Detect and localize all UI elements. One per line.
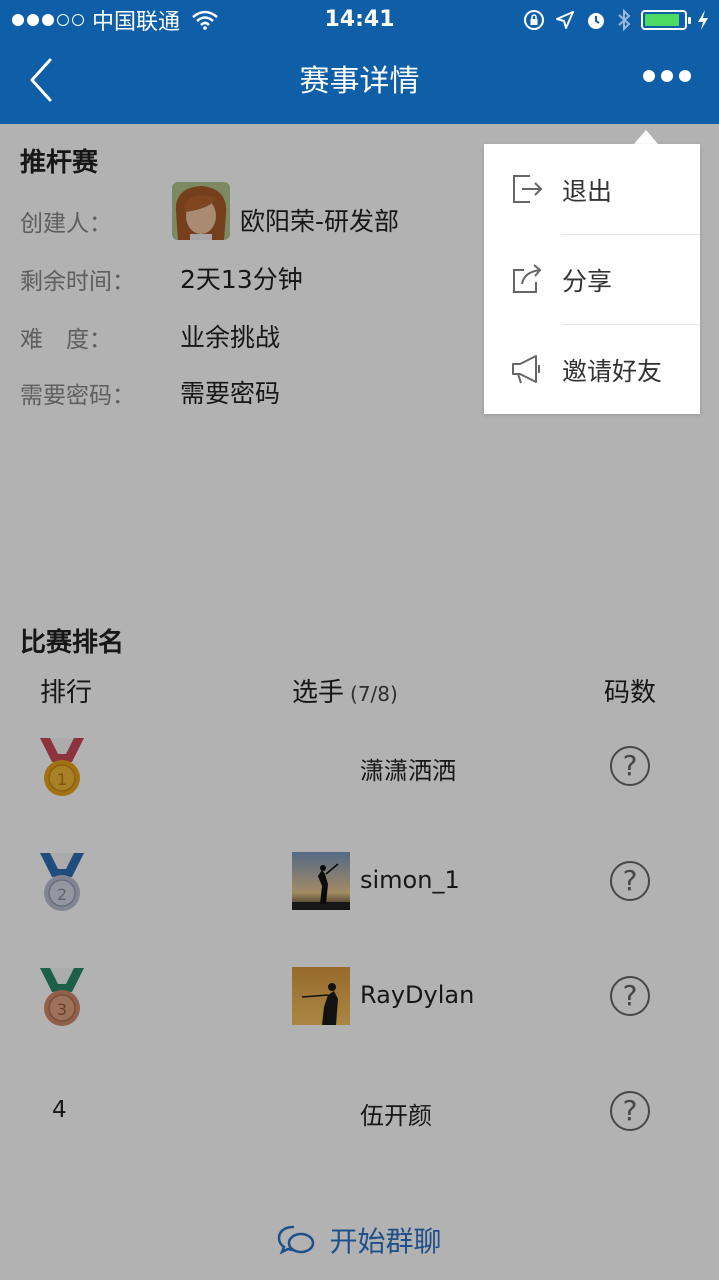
status-right — [523, 6, 709, 34]
charging-bolt-icon — [698, 10, 708, 30]
page-title: 赛事详情 — [299, 64, 420, 99]
menu-item-exit[interactable]: 退出 — [484, 144, 700, 234]
location-arrow-icon — [556, 11, 574, 29]
more-dot-icon — [679, 70, 691, 82]
navigation-bar: 赛事详情 — [0, 40, 719, 124]
menu-item-label: 邀请好友 — [562, 357, 663, 386]
bluetooth-icon — [618, 8, 631, 32]
more-options-menu: 退出 分享 邀请好友 — [484, 144, 700, 414]
menu-item-invite[interactable]: 邀请好友 — [484, 324, 700, 414]
menu-item-share[interactable]: 分享 — [484, 234, 700, 324]
megaphone-icon — [512, 355, 540, 384]
rotation-lock-icon — [524, 10, 544, 30]
more-dot-icon — [661, 70, 673, 82]
popup-arrow — [634, 130, 658, 144]
alarm-icon — [588, 13, 604, 29]
menu-item-label: 分享 — [562, 267, 613, 296]
status-bar: 中国联通 14:41 — [0, 0, 719, 40]
menu-item-label: 退出 — [562, 177, 613, 206]
exit-icon — [513, 175, 543, 203]
more-options-button[interactable] — [643, 70, 691, 82]
battery-icon — [641, 10, 691, 30]
more-dot-icon — [643, 70, 655, 82]
share-icon — [513, 264, 542, 293]
